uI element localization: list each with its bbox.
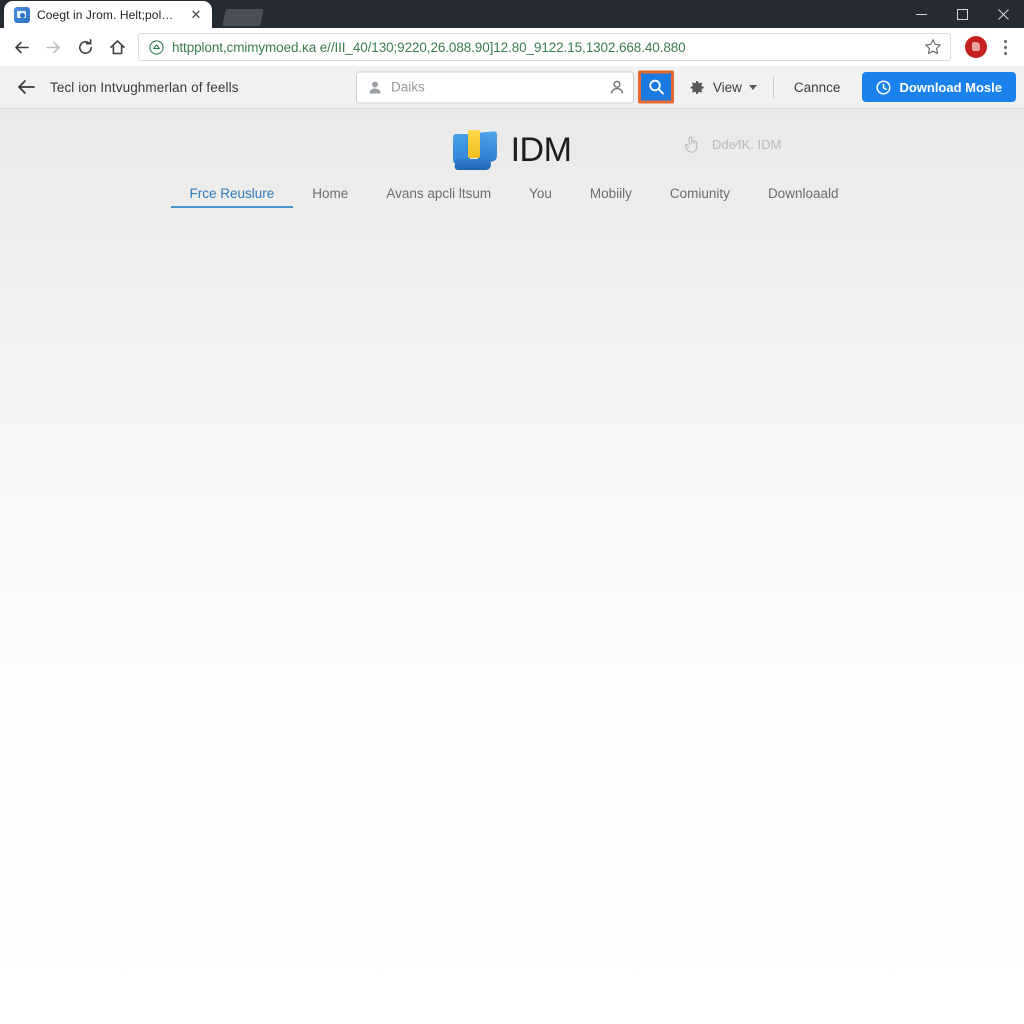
browser-menu-icon[interactable] (992, 33, 1018, 61)
search-button[interactable] (638, 71, 674, 104)
address-bar-url[interactable]: httpplont,cmimymoed.ĸa e//ІІІ_40/130;922… (172, 40, 916, 55)
download-button-label: Download Mosle (899, 80, 1002, 95)
window-controls (901, 0, 1024, 28)
idm-logo-icon (453, 130, 497, 170)
search-input[interactable] (391, 80, 601, 95)
browser-forward-icon[interactable] (38, 32, 68, 62)
person-icon (367, 79, 383, 95)
browser-tab[interactable]: Coegt in Jrom. Helt;polSadks ✕ (4, 1, 212, 28)
site-nav-item-5[interactable]: Comiunity (651, 183, 749, 208)
site-nav-item-2[interactable]: Avans apcli ltsum (367, 183, 510, 208)
page-empty-area (0, 208, 1024, 1024)
search-area (356, 71, 674, 104)
site-header: IDM Dde⁄IK. IDM (0, 123, 1024, 177)
browser-reload-icon[interactable] (70, 32, 100, 62)
header-action-label: Dde⁄IK. IDM (712, 137, 781, 152)
site-nav: Frce Reuslure Home Avans apcli ltsum You… (167, 183, 858, 208)
search-icon (648, 79, 665, 96)
tab-strip: Coegt in Jrom. Helt;polSadks ✕ (0, 0, 1024, 28)
header-action[interactable]: Dde⁄IK. IDM (683, 135, 781, 154)
gear-icon (689, 79, 706, 96)
page-content: IDM Dde⁄IK. IDM Frce Reuslure Home Avans… (0, 109, 1024, 1024)
tab-title: Coegt in Jrom. Helt;polSadks (37, 8, 181, 22)
hand-pointer-icon (683, 135, 700, 154)
app-back-button[interactable] (8, 69, 44, 105)
site-nav-item-1[interactable]: Home (293, 183, 367, 208)
site-nav-item-6[interactable]: Downloaald (749, 183, 858, 208)
toolbar-divider (773, 76, 774, 98)
site-nav-item-0[interactable]: Frce Reuslure (171, 183, 294, 208)
browser-back-icon[interactable] (6, 32, 36, 62)
view-menu-label: View (713, 80, 742, 95)
download-clock-icon (876, 80, 891, 95)
toolbar-actions: View Cannce Download Mosle (677, 72, 1016, 102)
site-nav-item-4[interactable]: Mobiily (571, 183, 651, 208)
browser-window: Coegt in Jrom. Helt;polSadks ✕ (0, 0, 1024, 1024)
browser-toolbar: httpplont,cmimymoed.ĸa e//ІІІ_40/130;922… (0, 28, 1024, 66)
bookmark-star-icon[interactable] (924, 38, 942, 56)
window-close-icon[interactable] (983, 0, 1024, 28)
site-brand-name: IDM (511, 131, 572, 170)
site-nav-item-3[interactable]: You (510, 183, 571, 208)
app-toolbar-title: Tecl ion Intvughmerlan of feells (50, 80, 239, 95)
browser-home-icon[interactable] (102, 32, 132, 62)
site-info-icon[interactable] (149, 40, 164, 55)
window-maximize-icon[interactable] (942, 0, 983, 28)
window-minimize-icon[interactable] (901, 0, 942, 28)
view-menu-button[interactable]: View (677, 79, 769, 96)
chevron-down-icon (749, 85, 757, 90)
address-bar[interactable]: httpplont,cmimymoed.ĸa e//ІІІ_40/130;922… (138, 33, 951, 61)
download-button[interactable]: Download Mosle (862, 72, 1016, 102)
tab-close-icon[interactable]: ✕ (188, 7, 204, 23)
cancel-button[interactable]: Cannce (778, 80, 857, 95)
search-field-wrapper[interactable] (356, 71, 634, 103)
site-brand[interactable]: IDM (453, 130, 572, 170)
profile-avatar[interactable] (965, 36, 987, 58)
app-toolbar: Tecl ion Intvughmerlan of feells Vi (0, 66, 1024, 109)
new-tab-button[interactable] (222, 9, 264, 26)
person-lookup-icon[interactable] (609, 79, 625, 95)
tab-favicon-icon (14, 7, 30, 23)
